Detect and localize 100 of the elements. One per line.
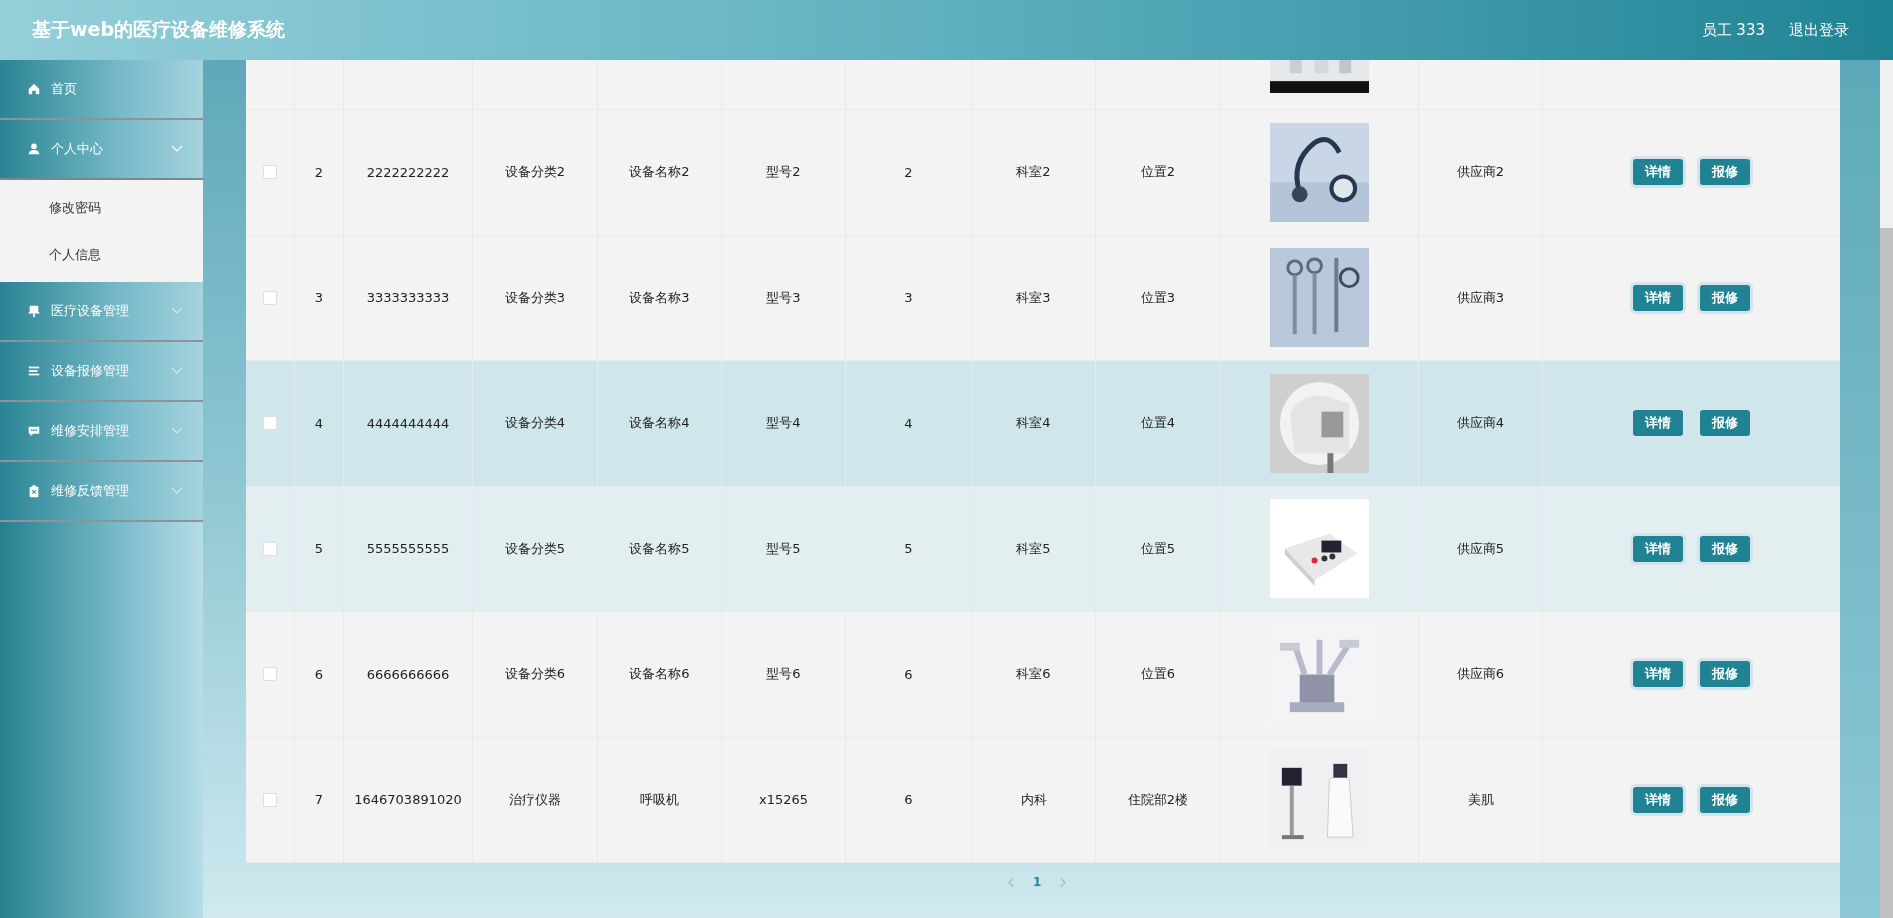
table-row[interactable]: 6 6666666666 设备分类6 设备名称6 型号6 6 科室6 位置6 供应商6 详情 报修 — [246, 612, 1840, 738]
details-button[interactable]: 详情 — [1630, 281, 1686, 314]
repair-button[interactable]: 报修 — [1697, 658, 1753, 691]
table-cell: 设备名称3 — [629, 288, 690, 307]
table-cell: 设备名称4 — [629, 414, 690, 433]
table-cell: 设备分类5 — [504, 539, 566, 558]
page-number[interactable]: 1 — [1033, 875, 1042, 889]
table-cell: 供应商2 — [1456, 163, 1505, 182]
table-cell: 供应商6 — [1456, 665, 1505, 684]
sidebar-item[interactable]: 首页 — [0, 60, 203, 120]
table-cell: 位置5 — [1140, 539, 1176, 558]
table-cell: 设备分类3 — [504, 288, 566, 307]
repair-button[interactable]: 报修 — [1697, 407, 1753, 440]
details-button[interactable]: 详情 — [1630, 783, 1686, 816]
chevron-icon — [171, 427, 183, 435]
table-cell: 位置4 — [1140, 414, 1176, 433]
repair-button[interactable]: 报修 — [1697, 532, 1753, 565]
repair-button[interactable]: 报修 — [1697, 156, 1753, 189]
chevron-icon — [171, 367, 183, 375]
table-row[interactable]: 5 5555555555 设备分类5 设备名称5 型号5 5 科室5 位置5 供应商5 详情 报修 — [246, 486, 1840, 612]
sidebar-item[interactable]: 医疗设备管理 — [0, 282, 203, 342]
table-cell: 设备分类6 — [504, 665, 566, 684]
table-cell: 4 — [904, 415, 913, 431]
table-row[interactable]: 3 3333333333 设备分类3 设备名称3 型号3 3 科室3 位置3 供应商3 详情 报修 — [246, 235, 1840, 361]
chat-icon — [27, 424, 41, 438]
previous-page-icon[interactable] — [1008, 876, 1015, 888]
table-cell: 型号4 — [766, 414, 801, 433]
table-cell: 设备分类4 — [504, 414, 566, 433]
table-cell: 4 — [314, 415, 324, 431]
table-cell: 供应商4 — [1456, 414, 1505, 433]
table-cell: 位置2 — [1140, 163, 1176, 182]
table-cell: 位置3 — [1140, 288, 1176, 307]
sidebar-item[interactable]: 维修安排管理 — [0, 402, 203, 462]
submenu-item[interactable]: 个人信息 — [0, 231, 203, 278]
table-cell: 设备名称5 — [629, 539, 690, 558]
table-cell: 位置6 — [1140, 665, 1176, 684]
app-title: 基于web的医疗设备维修系统 — [32, 17, 286, 42]
checkbox[interactable] — [263, 667, 277, 682]
chevron-icon — [171, 487, 183, 495]
table-cell: 科室2 — [1016, 163, 1051, 182]
submenu-item[interactable]: 修改密码 — [0, 184, 203, 231]
user-name: 员工 333 — [1701, 20, 1765, 40]
checkbox[interactable] — [263, 165, 277, 180]
table-cell: 科室3 — [1016, 288, 1051, 307]
table-cell: 型号6 — [766, 665, 801, 684]
table-cell: 科室4 — [1016, 414, 1051, 433]
next-page-icon[interactable] — [1059, 876, 1067, 888]
table-cell: 5555555555 — [366, 541, 450, 557]
sidebar-item[interactable]: 维修反馈管理 — [0, 462, 203, 522]
scrollbar-thumb[interactable] — [1880, 228, 1893, 918]
table-cell: 2222222222 — [366, 164, 450, 180]
stamp-icon — [27, 304, 41, 318]
details-button[interactable]: 详情 — [1630, 658, 1686, 691]
person-icon — [27, 142, 41, 156]
table-cell: 6 — [904, 666, 913, 682]
table-row[interactable]: 4 4444444444 设备分类4 设备名称4 型号4 4 科室4 位置4 供应商4 详情 报修 — [246, 361, 1840, 487]
table-cell: 呼吸机 — [640, 790, 679, 809]
table-cell: 供应商3 — [1456, 288, 1505, 307]
home-icon — [27, 82, 41, 96]
details-button[interactable]: 详情 — [1630, 407, 1686, 440]
table-cell: 4444444444 — [366, 415, 450, 431]
table-cell: 1646703891020 — [354, 792, 462, 808]
table-cell: x15265 — [758, 792, 809, 808]
table-cell: 5 — [314, 541, 324, 557]
table-cell: 科室5 — [1016, 539, 1051, 558]
checkbox[interactable] — [263, 290, 277, 305]
table-cell: 7 — [314, 792, 324, 808]
table-cell: 美肌 — [1467, 790, 1494, 809]
chevron-icon — [171, 307, 183, 315]
table-cell: 内科 — [1020, 790, 1047, 809]
table-cell: 供应商5 — [1456, 539, 1505, 558]
checkbox[interactable] — [263, 792, 277, 807]
table-cell: 型号5 — [766, 539, 801, 558]
table-cell: 3 — [314, 290, 324, 306]
checkbox[interactable] — [263, 541, 277, 556]
table-cell: 5 — [904, 541, 913, 557]
table-cell: 2 — [314, 164, 324, 180]
logout-link[interactable]: 退出登录 — [1789, 20, 1849, 40]
table-cell: 型号2 — [766, 163, 801, 182]
table-cell: 型号3 — [766, 288, 801, 307]
details-button[interactable]: 详情 — [1630, 156, 1686, 189]
clipboard-icon — [27, 484, 41, 498]
sidebar-item[interactable]: 设备报修管理 — [0, 342, 203, 402]
details-button[interactable]: 详情 — [1630, 532, 1686, 565]
table-cell: 设备名称6 — [629, 665, 690, 684]
repair-button[interactable]: 报修 — [1697, 281, 1753, 314]
table-cell: 住院部2楼 — [1127, 790, 1189, 809]
table-row[interactable]: 2 2222222222 设备分类2 设备名称2 型号2 2 科室2 位置2 供应商2 详情 报修 — [246, 110, 1840, 236]
checkbox[interactable] — [263, 416, 277, 431]
table-row[interactable]: 7 1646703891020 治疗仪器 呼吸机 x15265 6 内科 住院部2楼 美肌 详情 报修 — [246, 737, 1840, 863]
sidebar-item[interactable]: 个人中心 — [0, 120, 203, 180]
table-cell: 3 — [904, 290, 913, 306]
chevron-icon — [171, 145, 183, 153]
table-cell: 2 — [904, 164, 913, 180]
table-cell: 设备名称2 — [629, 163, 690, 182]
table-cell: 6 — [314, 666, 324, 682]
list-icon — [27, 364, 41, 378]
scrollbar[interactable] — [1880, 60, 1893, 918]
repair-button[interactable]: 报修 — [1697, 783, 1753, 816]
table-cell: 3333333333 — [366, 290, 450, 306]
